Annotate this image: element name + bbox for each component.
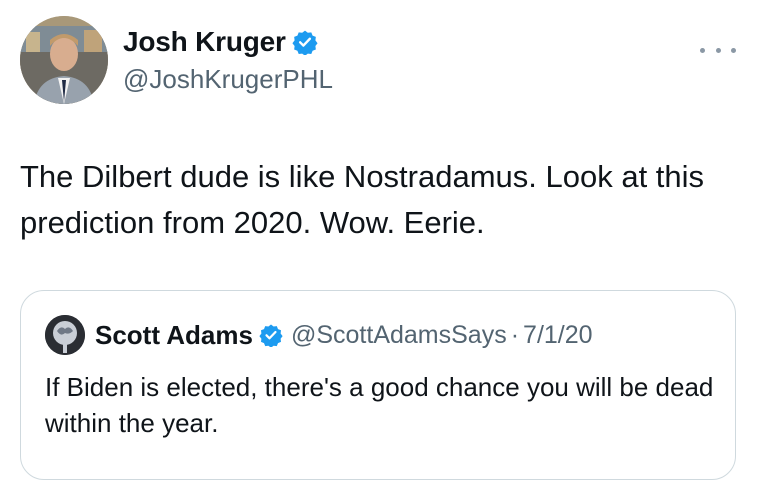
quoted-author-avatar[interactable] <box>45 315 85 355</box>
author-name[interactable]: Josh Kruger <box>123 26 286 58</box>
quoted-tweet-header: Scott Adams @ScottAdamsSays · 7/1/20 <box>45 315 593 355</box>
tweet-card[interactable]: Josh Kruger @JoshKrugerPHL The Dilbert d… <box>0 0 758 480</box>
quoted-tweet[interactable]: Scott Adams @ScottAdamsSays · 7/1/20 If … <box>20 290 736 480</box>
separator-dot: · <box>510 320 520 349</box>
verified-badge-icon <box>259 323 283 347</box>
dot <box>700 47 705 53</box>
quoted-author-handle[interactable]: @ScottAdamsSays <box>291 321 507 350</box>
verified-badge-icon <box>292 29 318 55</box>
dot <box>715 47 721 53</box>
author-info: Josh Kruger @JoshKrugerPHL <box>123 24 333 95</box>
quoted-author-name[interactable]: Scott Adams <box>95 320 253 351</box>
author-avatar[interactable] <box>20 16 108 104</box>
more-options-icon[interactable] <box>700 40 736 60</box>
tweet-header: Josh Kruger @JoshKrugerPHL <box>20 16 740 106</box>
quoted-tweet-date[interactable]: 7/1/20 <box>523 321 593 350</box>
tweet-text: The Dilbert dude is like Nostradamus. Lo… <box>20 159 705 240</box>
author-handle[interactable]: @JoshKrugerPHL <box>123 64 333 95</box>
quoted-tweet-text: If Biden is elected, there's a good chan… <box>45 372 714 438</box>
dot <box>731 47 736 53</box>
